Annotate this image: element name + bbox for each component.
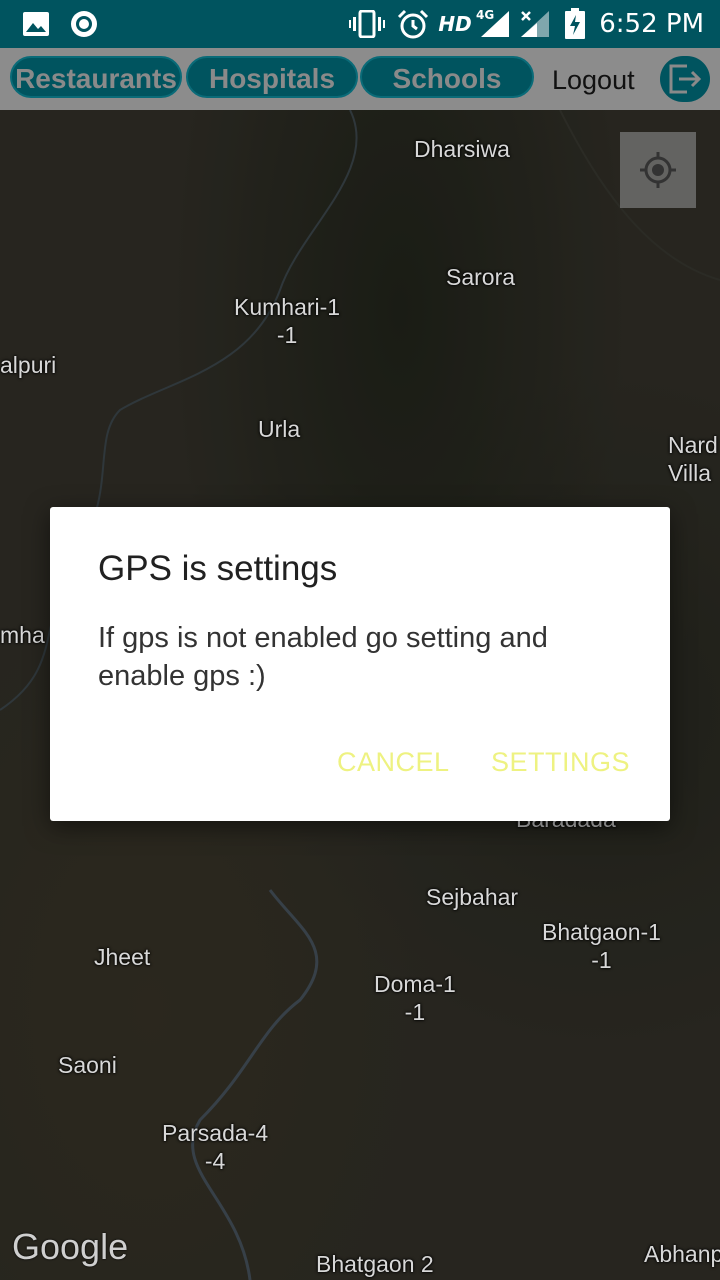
map-label-sejbahar: Sejbahar: [426, 884, 519, 910]
gallery-icon: [20, 0, 52, 48]
map-label-parsada: Parsada-4 -4: [162, 1120, 269, 1174]
logout-label[interactable]: Logout: [552, 60, 635, 100]
map-label-alpuri: alpuri: [0, 352, 57, 378]
map-label-doma: Doma-1 -1: [374, 971, 456, 1025]
alarm-icon: [396, 0, 430, 48]
map-label-sarora: Sarora: [446, 264, 516, 290]
status-time: 6:52 PM: [599, 9, 704, 39]
battery-charging-icon: [562, 0, 588, 48]
map-label-kumhari: Kumhari-1 -1: [234, 294, 341, 348]
dialog-title: GPS is settings: [98, 549, 338, 588]
map-label-jheet: Jheet: [94, 944, 151, 970]
crosshair-icon: [640, 152, 676, 188]
logout-button[interactable]: [660, 56, 710, 102]
map-label-saoni: Saoni: [58, 1052, 117, 1078]
map-label-urla: Urla: [258, 416, 301, 442]
gps-dialog: GPS is settings If gps is not enabled go…: [50, 507, 670, 821]
schools-button[interactable]: Schools: [360, 56, 534, 98]
no-signal-icon: [518, 0, 552, 48]
top-toolbar: Restaurants Hospitals Schools Logout: [0, 48, 720, 110]
my-location-button[interactable]: [620, 132, 696, 208]
vibrate-icon: [348, 0, 386, 48]
map-label-mha: mha: [0, 622, 45, 648]
dialog-message: If gps is not enabled go setting and ena…: [98, 622, 548, 692]
cancel-button[interactable]: CANCEL: [337, 747, 450, 778]
logout-icon: [669, 64, 702, 94]
map-label-bhatgaon-1: Bhatgaon-1 -1: [542, 919, 661, 973]
status-bar: HD 4G 6:52 PM: [0, 0, 720, 48]
hd-label: HD: [438, 12, 472, 36]
google-attribution: Google: [12, 1226, 129, 1267]
settings-button[interactable]: SETTINGS: [491, 747, 630, 778]
restaurants-button[interactable]: Restaurants: [10, 56, 182, 98]
map-label-nard-villa: Nard Villa: [668, 432, 718, 486]
network-type-label: 4G: [476, 8, 495, 22]
signal-icon: 4G: [474, 0, 514, 48]
hospitals-button[interactable]: Hospitals: [186, 56, 358, 98]
map-label-dharsiwa: Dharsiwa: [414, 136, 510, 162]
circle-app-icon: [68, 0, 100, 48]
map-label-abhanp: Abhanp: [644, 1241, 720, 1267]
map-label-bhatgaon-2: Bhatgaon 2: [316, 1251, 434, 1277]
